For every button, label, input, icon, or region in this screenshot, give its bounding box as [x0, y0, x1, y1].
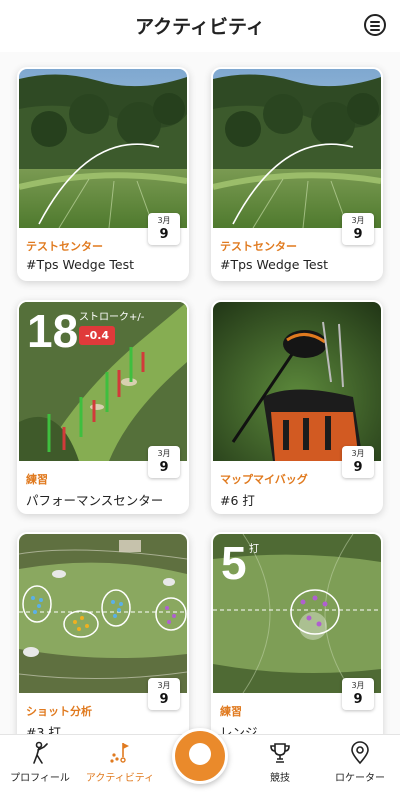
card-category: ショット分析 [26, 705, 92, 718]
card-subtitle: #Tps Wedge Test [26, 257, 134, 272]
card-category: 練習 [26, 473, 48, 486]
app-header: アクティビティ [0, 0, 400, 52]
shot-count-value: 5 [221, 537, 247, 589]
shot-count-label: 打 [249, 544, 259, 555]
page-title: アクティビティ [135, 16, 265, 38]
card-category: マップマイバッグ [220, 473, 308, 486]
tab-label: プロフィール [10, 773, 70, 784]
card-category: テストセンター [220, 240, 297, 253]
tab-activity[interactable]: アクティビティ [80, 735, 160, 797]
stroke-value: 18 [27, 305, 79, 357]
card-subtitle: #Tps Wedge Test [220, 257, 328, 272]
tab-locator[interactable]: ロケーター [320, 735, 400, 797]
card-subtitle: レンジ [220, 725, 258, 734]
tab-trophy[interactable]: 競技 [240, 735, 320, 797]
card-thumbnail [19, 69, 187, 228]
stroke-label: ストローク+/- [79, 312, 145, 323]
activity-card[interactable]: 3月 9 テストセンター #Tps Wedge Test [17, 67, 189, 281]
activity-card[interactable]: 5 打 3月 9 練習 レンジ [211, 532, 383, 734]
card-thumbnail [19, 534, 187, 693]
tab-label: 競技 [270, 773, 290, 784]
trophy-icon [270, 743, 290, 763]
start-play-button[interactable] [172, 728, 228, 784]
activity-grid: 3月 9 テストセンター #Tps Wedge Test 3月 9 テストセンタ… [0, 52, 400, 734]
card-subtitle: #6 打 [220, 493, 255, 508]
tab-profile[interactable]: プロフィール [0, 735, 80, 797]
card-thumbnail [213, 302, 381, 461]
golfer-icon [33, 741, 48, 764]
card-category: 練習 [220, 705, 242, 718]
date-badge: 3月 9 [148, 446, 180, 478]
stroke-delta-badge: -0.4 [79, 326, 116, 345]
card-thumbnail [213, 69, 381, 228]
activity-card[interactable]: 3月 9 ショット分析 #3 打 [17, 532, 189, 734]
tab-label: アクティビティ [85, 773, 155, 784]
tab-label: ロケーター [335, 773, 385, 784]
location-pin-icon [351, 741, 369, 765]
card-subtitle: パフォーマンスセンター [26, 493, 164, 508]
date-badge: 3月 9 [342, 446, 374, 478]
golf-ball-icon [189, 743, 211, 765]
date-badge: 3月 9 [342, 678, 374, 710]
date-badge: 3月 9 [148, 678, 180, 710]
date-badge: 3月 9 [148, 213, 180, 245]
activity-card[interactable]: 3月 9 マップマイバッグ #6 打 [211, 300, 383, 514]
card-subtitle: #3 打 [26, 725, 61, 734]
menu-circle-icon[interactable] [364, 14, 386, 36]
activity-card[interactable]: 18 ストローク+/- -0.4 3月 9 練習 パフォーマンスセンター [17, 300, 189, 514]
activity-flag-icon [110, 743, 129, 763]
card-category: テストセンター [26, 240, 103, 253]
activity-card[interactable]: 3月 9 テストセンター #Tps Wedge Test [211, 67, 383, 281]
date-badge: 3月 9 [342, 213, 374, 245]
